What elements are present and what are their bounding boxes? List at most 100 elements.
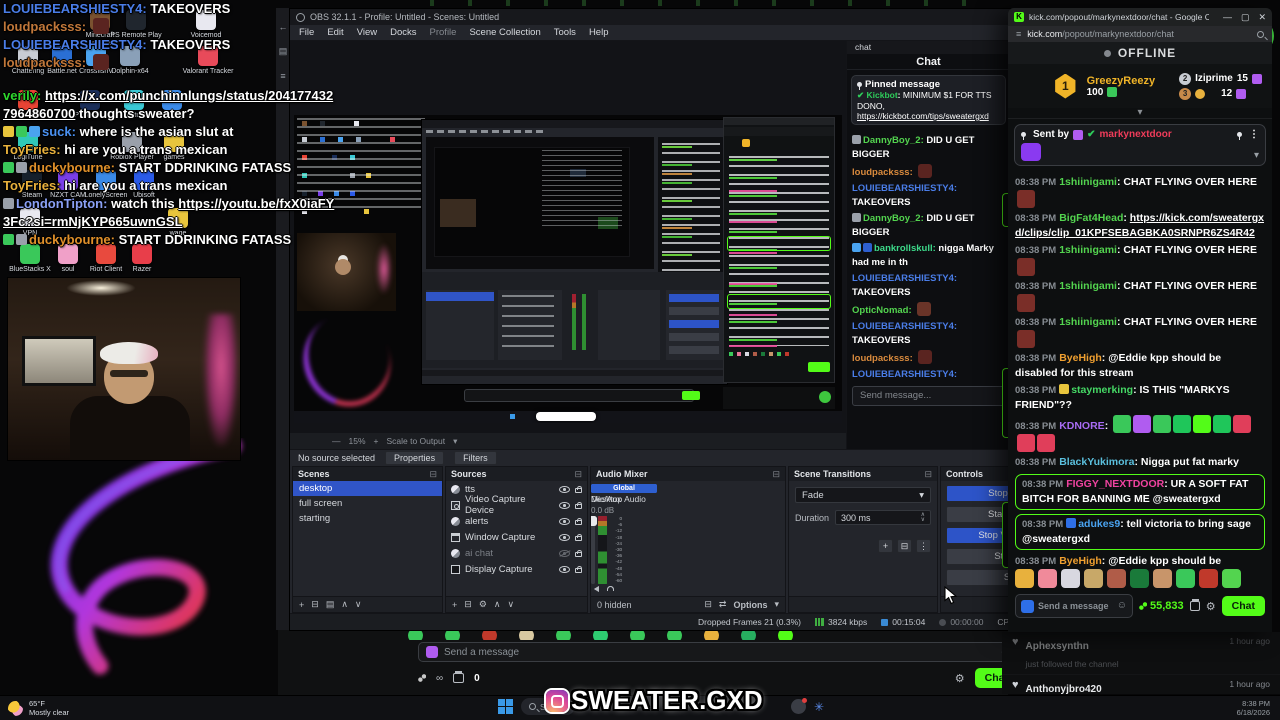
scene-item[interactable]: starting: [293, 511, 442, 526]
channel-name[interactable]: Mic/Aux: [591, 494, 621, 504]
username[interactable]: LOUIEBEARSHIESTY4: [852, 273, 957, 284]
swap-icon[interactable]: ⇄: [719, 599, 727, 610]
url-text[interactable]: kick.com/popout/markynextdoor/chat: [1027, 29, 1174, 39]
volume-slider[interactable]: [591, 516, 597, 584]
menu-item[interactable]: Docks: [390, 27, 416, 38]
collapse-icon[interactable]: ⊟: [704, 599, 712, 610]
chat-message[interactable]: LOUIEBEARSHIESTY4 TAKEOVERS: [852, 182, 1005, 210]
username[interactable]: OpticNomad: [852, 305, 912, 316]
window-control-button[interactable]: —: [1223, 12, 1232, 23]
quick-emote[interactable]: [1130, 569, 1149, 588]
kebab-icon[interactable]: ⋮: [1249, 129, 1259, 140]
visibility-eye-icon[interactable]: [559, 501, 570, 509]
kick-pinned-message[interactable]: Sent by ✔ markynextdoor ⋮ ▾: [1014, 124, 1266, 166]
duration-stepper[interactable]: ∧ ∨: [921, 512, 925, 523]
chat-message[interactable]: loudpacksss: [852, 350, 1005, 366]
scenes-tool-button[interactable]: ∨: [355, 599, 362, 610]
username[interactable]: 1shiinigami: [1059, 244, 1120, 256]
zoom-in-button[interactable]: +: [374, 436, 379, 446]
username[interactable]: KDNORE: [1059, 420, 1108, 432]
username[interactable]: adukes9: [1078, 518, 1124, 530]
chat-send-button[interactable]: Chat: [1221, 596, 1265, 616]
scene-item[interactable]: desktop: [293, 481, 442, 496]
lock-icon[interactable]: [575, 549, 582, 557]
username[interactable]: BlackYukimora: [1059, 456, 1138, 468]
dock-pinned-message[interactable]: Pinned message ✔ Kickbot: MINIMUM $1 FOR…: [851, 75, 1006, 125]
chat-message[interactable]: 08:38 PM1shiinigami CHAT FLYING OVER HER…: [1015, 279, 1265, 313]
source-item[interactable]: Video Capture Device: [446, 494, 587, 516]
source-item[interactable]: Display Capture: [446, 561, 587, 577]
username[interactable]: bankrollskull: [874, 243, 936, 254]
visibility-eye-icon[interactable]: [559, 549, 570, 557]
visibility-eye-icon[interactable]: [559, 565, 570, 573]
scene-item[interactable]: full screen: [293, 496, 442, 511]
menu-item[interactable]: Help: [589, 27, 609, 38]
chat-message[interactable]: 08:38 PMBlackYukimora Nigga put fat mark…: [1015, 455, 1265, 470]
chat-message[interactable]: 08:38 PMBigFat4Head https://kick.com/swe…: [1015, 211, 1265, 241]
chat-message[interactable]: 08:38 PMByeHigh @Eddie kpp should be dis…: [1015, 554, 1265, 567]
chat-message[interactable]: LOUIEBEARSHIESTY4 TAKEOVERS: [852, 320, 1005, 348]
username[interactable]: loudpacksss: [852, 167, 913, 178]
scenes-tool-button[interactable]: ∧: [341, 599, 348, 610]
username[interactable]: DannyBoy_2: [863, 213, 924, 224]
quick-emote[interactable]: [1199, 569, 1218, 588]
quick-emote[interactable]: [1107, 569, 1126, 588]
quick-emote[interactable]: [1084, 569, 1103, 588]
control-button[interactable]: Start Recording: [946, 506, 1010, 523]
chat-message[interactable]: 08:38 PM1shiinigami CHAT FLYING OVER HER…: [1015, 243, 1265, 277]
menu-item[interactable]: Profile: [430, 27, 457, 38]
control-button[interactable]: Studio Mode: [946, 548, 1010, 565]
tune-icon[interactable]: ≡: [1016, 29, 1021, 39]
control-button[interactable]: Stop Streaming: [946, 485, 1010, 502]
identity-badge-icon[interactable]: [1021, 599, 1034, 613]
background-chat-input[interactable]: Send a message ☺: [418, 642, 1018, 662]
dock-popout-icon[interactable]: ⊟: [772, 469, 780, 480]
menu-item[interactable]: Scene Collection: [469, 27, 540, 38]
menu-item[interactable]: View: [357, 27, 377, 38]
chat-message[interactable]: 08:38 PM1shiinigami CHAT FLYING OVER HER…: [1015, 315, 1265, 349]
chat-message[interactable]: 08:38 PMByeHigh @Eddie kpp should be dis…: [1015, 351, 1265, 381]
dock-popout-icon[interactable]: ⊟: [429, 469, 437, 480]
settings-flower-icon[interactable]: ✳: [814, 700, 824, 714]
scenes-tool-button[interactable]: ▤: [326, 599, 335, 610]
username[interactable]: 1shiinigami: [1059, 176, 1120, 188]
control-button[interactable]: Settings: [946, 569, 1010, 586]
scale-mode[interactable]: Scale to Output: [386, 436, 445, 446]
start-button[interactable]: [498, 699, 513, 714]
obs-preview-canvas[interactable]: [290, 41, 846, 433]
follower-name[interactable]: Aphexsynthn: [1026, 641, 1089, 652]
emoji-icon[interactable]: ☺: [1117, 601, 1127, 611]
chat-message[interactable]: LOUIEBEARSHIESTY4 TAKEOVERS: [852, 368, 1005, 382]
chat-message[interactable]: 08:38 PM1shiinigami CHAT FLYING OVER HER…: [1015, 175, 1265, 209]
username[interactable]: FIGGY_NEXTDOOR: [1066, 478, 1168, 490]
chat-message[interactable]: 08:38 PMFIGGY_NEXTDOOR UR A SOFT FAT BIT…: [1015, 474, 1265, 510]
weather-widget[interactable]: 65°F Mostly clear: [8, 699, 69, 717]
chat-message[interactable]: LOUIEBEARSHIESTY4 TAKEOVERS: [852, 272, 1005, 300]
quick-emote[interactable]: [1015, 569, 1034, 588]
sources-tool-button[interactable]: ⊟: [464, 599, 472, 610]
quick-emote[interactable]: [1061, 569, 1080, 588]
store-icon[interactable]: [1189, 599, 1200, 611]
lock-icon[interactable]: [575, 501, 582, 509]
chat-message[interactable]: 08:38 PMstaymerking IS THIS "MARKYS FRIE…: [1015, 383, 1265, 413]
taskbar-clock[interactable]: 8:38 PM 6/18/2026: [1237, 699, 1270, 717]
follower-name[interactable]: Anthonyjbro420: [1026, 684, 1102, 694]
follow-event[interactable]: ♥ Aphexsynthn just followed the channel …: [1002, 632, 1280, 675]
username[interactable]: LOUIEBEARSHIESTY4: [852, 369, 957, 380]
source-item[interactable]: ai chat: [446, 545, 587, 561]
scenes-tool-button[interactable]: +: [299, 600, 304, 610]
lock-icon[interactable]: [575, 533, 582, 541]
filters-button[interactable]: Filters: [454, 451, 497, 465]
visibility-eye-icon[interactable]: [559, 533, 570, 541]
duration-input[interactable]: 300 ms ∧ ∨: [835, 510, 931, 525]
quick-emote[interactable]: [1222, 569, 1241, 588]
chevron-down-icon[interactable]: ▾: [1254, 150, 1259, 161]
properties-button[interactable]: Properties: [385, 451, 445, 465]
control-button[interactable]: Stop Virtual Camera: [946, 527, 1010, 544]
username[interactable]: loudpacksss: [852, 353, 913, 364]
quick-emote[interactable]: [1038, 569, 1057, 588]
dock-popout-icon[interactable]: ⊟: [574, 469, 582, 480]
mixer-options-button[interactable]: Options: [733, 600, 767, 610]
chrome-urlbar[interactable]: ≡ kick.com/popout/markynextdoor/chat: [1008, 26, 1272, 42]
visibility-eye-icon[interactable]: [559, 485, 570, 493]
